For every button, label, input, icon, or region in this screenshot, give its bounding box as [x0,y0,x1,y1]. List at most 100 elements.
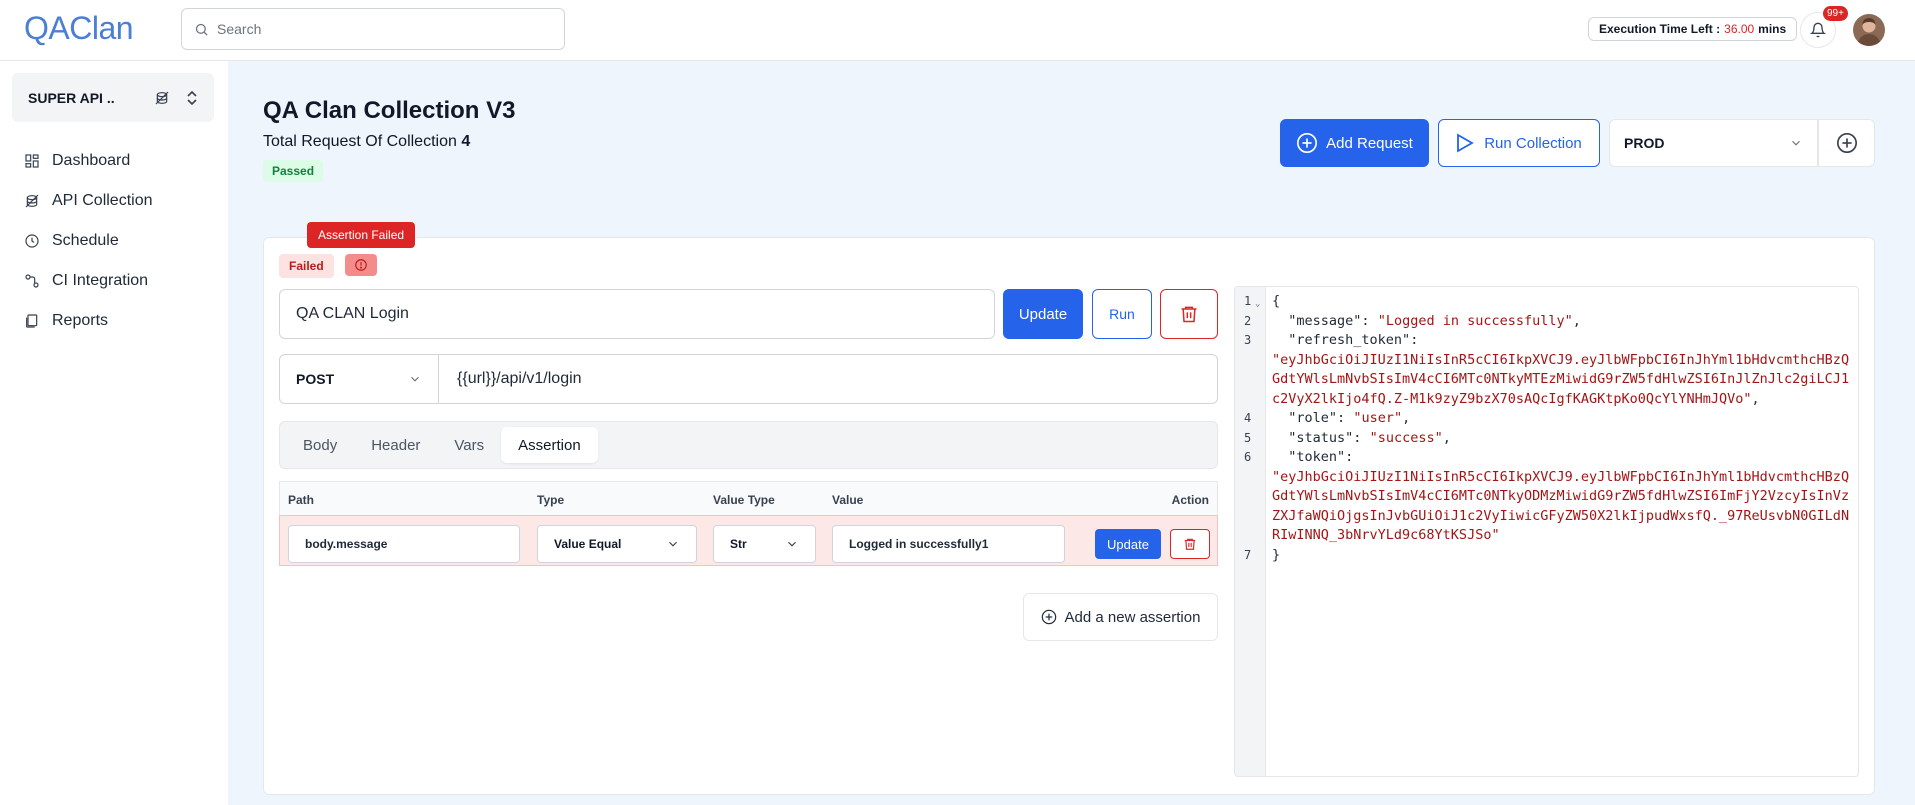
clock-icon [24,233,52,249]
assertion-path-input[interactable] [288,525,520,563]
add-request-label: Add Request [1326,134,1413,152]
notification-count-badge: 99+ [1823,6,1848,21]
col-path: Path [288,493,315,507]
chevron-down-icon [785,537,799,551]
add-assertion-label: Add a new assertion [1064,608,1201,626]
line-number: 5 [1244,430,1252,445]
assertion-type-select[interactable]: Value Equal [537,525,697,563]
execution-time-badge: Execution Time Left : 36.00 mins [1588,17,1798,41]
line-number: 4 [1244,411,1252,425]
chevron-down-icon [666,537,680,551]
delete-request-button[interactable] [1160,289,1218,339]
environment-value: PROD [1624,135,1665,151]
table-row: Value Equal Str Update [279,515,1218,566]
sidebar-item-ci-integration[interactable]: CI Integration [24,261,153,301]
add-request-button[interactable]: Add Request [1280,119,1429,167]
col-action: Action [1171,493,1209,507]
environment-select[interactable]: PROD [1609,119,1818,167]
add-assertion-button[interactable]: Add a new assertion [1023,593,1218,641]
top-bar: QAClan Execution Time Left : 36.00 mins … [0,0,1915,61]
page-title: QA Clan Collection V3 [263,97,516,124]
plus-circle-icon [1296,132,1326,154]
code-line: "token": [1288,449,1354,465]
assertion-value-type-select[interactable]: Str [713,525,816,563]
assertion-value-type-value: Str [730,537,747,551]
bell-icon [1810,22,1826,38]
fold-chevron-icon[interactable]: ⌄ [1255,295,1260,315]
plus-circle-icon [1836,132,1858,154]
run-request-button[interactable]: Run [1092,289,1152,339]
total-value: 4 [461,133,471,150]
method-select[interactable]: POST [279,354,439,404]
collection-status-badge: Passed [263,160,324,182]
assertion-type-value: Value Equal [554,537,622,551]
code-line: "message": "Logged in successfully", [1288,312,1581,329]
code-line: "status": "success", [1288,429,1451,446]
user-avatar[interactable] [1853,14,1885,46]
play-icon [1456,133,1484,153]
assertion-update-button[interactable]: Update [1095,529,1161,559]
line-number: 6 [1244,450,1252,464]
assertion-value-input[interactable] [832,525,1065,563]
main-content: QA Clan Collection V3 Total Request Of C… [228,61,1915,805]
total-label: Total Request Of Collection [263,133,457,150]
search-input[interactable] [217,21,537,37]
line-number: 7 [1244,547,1252,562]
chevron-down-icon [1789,136,1803,150]
assertion-info-button[interactable] [345,254,377,276]
request-tabs: Body Header Vars Assertion [279,421,1218,469]
sidebar-item-label: Reports [52,312,109,329]
info-icon [354,258,368,272]
line-number: 1 [1244,294,1252,308]
trash-icon [1183,537,1197,551]
sidebar-item-schedule[interactable]: Schedule [24,221,153,261]
app-logo[interactable]: QAClan [24,10,134,47]
api-icon [24,193,52,209]
sidebar-item-label: Schedule [52,232,119,249]
tab-header[interactable]: Header [354,427,437,463]
sidebar-nav: Dashboard API Collection Schedule CI Int… [24,141,153,341]
response-viewer[interactable]: 1 ⌄ 2 3 4 5 6 7 { "message": "Logged in … [1234,286,1859,777]
sidebar-item-api-collection[interactable]: API Collection [24,181,153,221]
exec-value: 36.00 [1724,22,1755,36]
search-icon [194,22,209,37]
tab-assertion[interactable]: Assertion [501,427,598,463]
workspace-name: SUPER API .. [28,89,115,106]
workspace-selector[interactable]: SUPER API .. [12,73,214,122]
run-collection-label: Run Collection [1484,134,1582,152]
assertion-failed-tooltip: Assertion Failed [307,222,416,248]
sidebar-item-label: API Collection [52,192,153,209]
exec-unit: mins [1758,22,1787,36]
exec-label: Execution Time Left : [1599,22,1721,36]
update-request-button[interactable]: Update [1003,289,1083,339]
response-code: { "message": "Logged in successfully", "… [1272,292,1852,565]
plus-circle-icon [1041,609,1065,625]
code-line: "eyJhbGciOiJIUzI1NiIsInR5cCI6IkpXVCJ9.ey… [1272,351,1850,407]
tab-vars[interactable]: Vars [437,427,501,463]
sidebar-item-label: Dashboard [52,152,131,169]
method-value: POST [296,371,335,387]
integration-icon [24,273,52,289]
sidebar-item-reports[interactable]: Reports [24,301,153,341]
col-type: Type [537,493,565,507]
code-line: } [1272,546,1281,563]
add-environment-button[interactable] [1818,119,1875,167]
assertion-delete-button[interactable] [1170,529,1210,559]
code-line: "role": "user", [1288,410,1411,426]
collection-total: Total Request Of Collection 4 [263,133,470,151]
tab-body[interactable]: Body [286,427,354,463]
run-collection-button[interactable]: Run Collection [1438,119,1600,167]
request-status-badge: Failed [279,254,334,278]
col-value-type: Value Type [713,493,775,507]
dashboard-icon [24,153,52,169]
sidebar: SUPER API .. Dashboard API Collection Sc… [0,61,228,805]
code-line: { [1272,293,1281,309]
request-name-input[interactable] [279,289,995,339]
assertion-table-header: Path Type Value Type Value Action [279,481,1218,515]
url-input[interactable] [439,354,1218,404]
search-box[interactable] [181,8,565,50]
chevron-down-icon [408,372,422,386]
chevron-updown-icon [186,90,198,106]
sidebar-item-dashboard[interactable]: Dashboard [24,141,153,181]
col-value: Value [832,493,864,507]
